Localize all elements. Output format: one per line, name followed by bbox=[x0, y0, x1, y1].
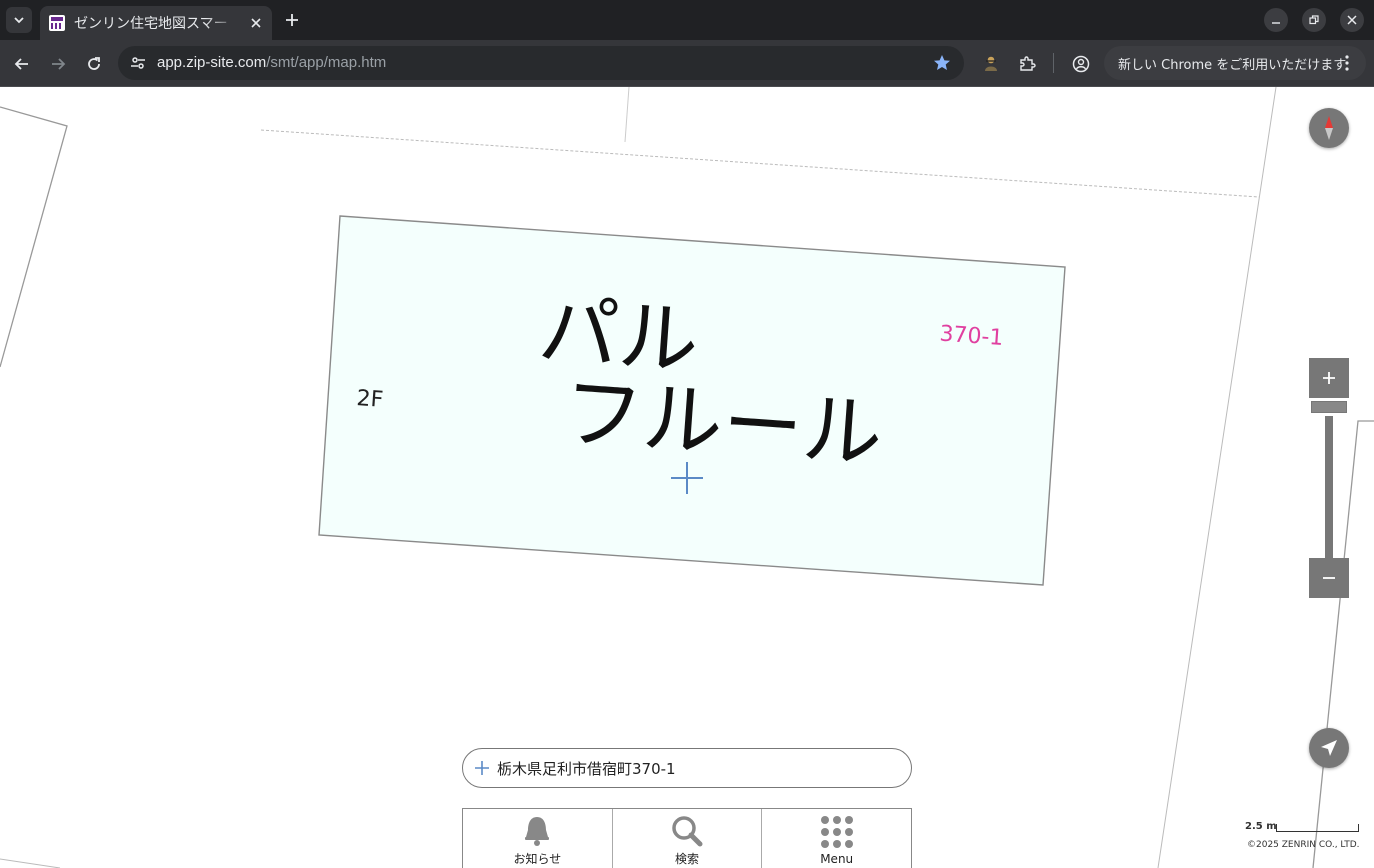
search-icon bbox=[672, 816, 703, 847]
close-window-button[interactable] bbox=[1340, 8, 1364, 32]
scale-ruler bbox=[1276, 824, 1359, 832]
compass-icon bbox=[1325, 116, 1333, 140]
address-text: 栃木県足利市借宿町370-1 bbox=[497, 759, 676, 778]
tab-strip: ゼンリン住宅地図スマー bbox=[0, 0, 1374, 40]
nav-menu[interactable]: Menu bbox=[762, 809, 911, 868]
back-icon bbox=[14, 58, 28, 70]
grid-dots-icon bbox=[820, 816, 853, 848]
active-tab[interactable]: ゼンリン住宅地図スマー bbox=[40, 6, 272, 40]
map-view[interactable]: パル フルール 2F 370-1 栃木県足利市借宿町370-1 お知らせ 検索 … bbox=[0, 87, 1374, 868]
crosshair-icon bbox=[475, 761, 489, 775]
bottom-nav: お知らせ 検索 Menu bbox=[462, 808, 912, 868]
minus-icon bbox=[1323, 577, 1335, 579]
profile-icon[interactable] bbox=[1067, 50, 1095, 78]
minimize-icon bbox=[1272, 22, 1280, 24]
back-button[interactable] bbox=[8, 50, 36, 78]
url-path: /smt/app/map.htm bbox=[266, 54, 387, 71]
scale-label: 2.5 m bbox=[1245, 821, 1277, 832]
lot-number-label: 370-1 bbox=[939, 322, 1005, 351]
floor-count-label: 2F bbox=[356, 386, 384, 413]
new-tab-button[interactable] bbox=[280, 8, 304, 32]
browser-toolbar: app.zip-site.com/smt/app/map.htm 新しい Chr… bbox=[0, 40, 1374, 87]
minimize-button[interactable] bbox=[1264, 8, 1288, 32]
url-host: app.zip-site.com bbox=[157, 54, 267, 71]
restore-icon bbox=[1309, 15, 1319, 25]
scale-bar: 2.5 m bbox=[1245, 820, 1360, 834]
site-settings-icon[interactable] bbox=[126, 51, 150, 75]
update-notice-text: 新しい Chrome をご利用いただけます bbox=[1118, 57, 1347, 73]
zoom-out-button[interactable] bbox=[1309, 558, 1349, 598]
nav-notifications[interactable]: お知らせ bbox=[463, 809, 613, 868]
more-icon[interactable] bbox=[1337, 53, 1357, 73]
zoom-slider-handle[interactable] bbox=[1311, 401, 1347, 413]
bell-icon bbox=[525, 817, 550, 846]
navigation-arrow-icon bbox=[1321, 740, 1337, 756]
zenrin-favicon bbox=[49, 15, 65, 31]
toolbar-divider bbox=[1053, 53, 1054, 73]
plus-icon bbox=[286, 14, 298, 26]
copyright-text: ©2025 ZENRIN CO., LTD. bbox=[1247, 840, 1360, 850]
tab-search-icon[interactable] bbox=[6, 7, 32, 33]
zoom-slider-track[interactable] bbox=[1325, 416, 1333, 558]
extension-icon[interactable] bbox=[977, 50, 1005, 78]
close-icon[interactable] bbox=[246, 13, 266, 33]
star-icon[interactable] bbox=[932, 53, 952, 73]
plus-icon bbox=[1323, 372, 1335, 384]
address-bar[interactable]: app.zip-site.com/smt/app/map.htm bbox=[118, 46, 964, 80]
tab-title: ゼンリン住宅地図スマー bbox=[74, 16, 228, 32]
nav-label-search: 検索 bbox=[675, 852, 700, 866]
nav-label-menu: Menu bbox=[820, 852, 854, 866]
nav-label-notifications: お知らせ bbox=[513, 852, 562, 866]
puzzle-icon[interactable] bbox=[1013, 50, 1041, 78]
forward-button[interactable] bbox=[44, 50, 72, 78]
address-display[interactable]: 栃木県足利市借宿町370-1 bbox=[462, 748, 912, 788]
current-location-button[interactable] bbox=[1309, 728, 1349, 768]
url-text: app.zip-site.com/smt/app/map.htm bbox=[157, 54, 386, 71]
chrome-update-button[interactable]: 新しい Chrome をご利用いただけます bbox=[1104, 46, 1366, 80]
nav-search[interactable]: 検索 bbox=[613, 809, 763, 868]
compass-button[interactable] bbox=[1309, 108, 1349, 148]
reload-icon bbox=[88, 57, 100, 70]
close-icon bbox=[1347, 15, 1357, 25]
restore-button[interactable] bbox=[1302, 8, 1326, 32]
forward-icon bbox=[52, 58, 66, 70]
reload-button[interactable] bbox=[80, 50, 108, 78]
zoom-in-button[interactable] bbox=[1309, 358, 1349, 398]
